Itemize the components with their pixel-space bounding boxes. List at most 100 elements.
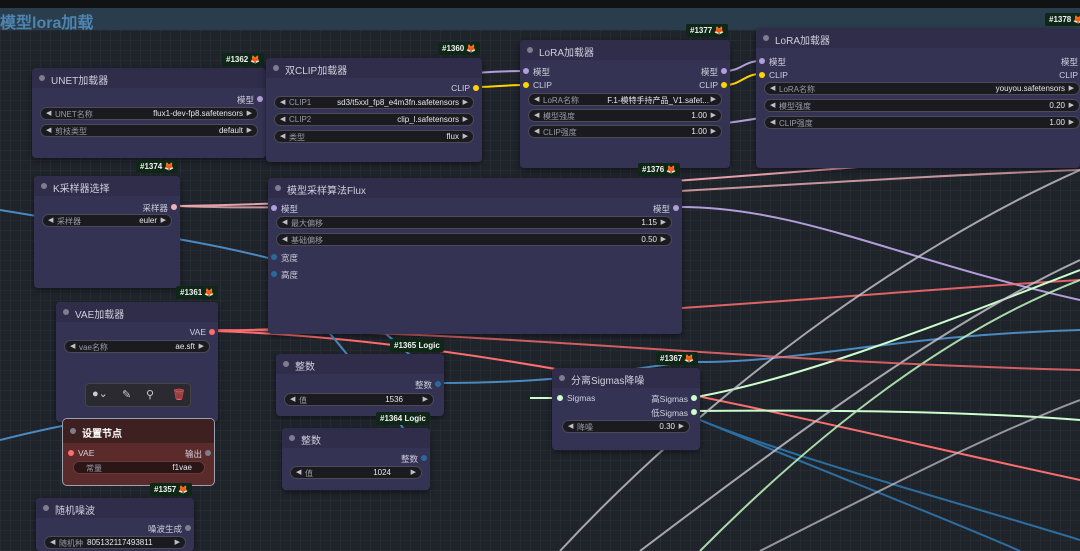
integer-node-2[interactable]: 整数 整数 ◀ 值 1024 ▶ bbox=[282, 428, 430, 490]
pin-icon[interactable]: ✎ bbox=[122, 388, 131, 401]
unet-name-combo[interactable]: ◀ UNET名称 flux1-dev-fp8.safetensors ▶ bbox=[40, 107, 258, 120]
clip-strength-slider[interactable]: ◀ CLIP强度 1.00 ▶ bbox=[764, 116, 1080, 129]
integer-node-1[interactable]: 整数 整数 ◀ 值 1536 ▶ bbox=[276, 354, 444, 416]
model-strength-slider[interactable]: ◀ 模型强度 1.00 ▶ bbox=[528, 109, 722, 122]
bypass-icon[interactable]: ⚲ bbox=[146, 388, 154, 401]
output-label: 噪波生成 bbox=[147, 524, 182, 534]
int-output-socket[interactable] bbox=[421, 455, 427, 461]
node-title-bar[interactable]: 整数 bbox=[282, 428, 430, 448]
node-title: 双CLIP加载器 bbox=[285, 66, 348, 77]
node-title-bar[interactable]: 分离Sigmas降噪 bbox=[552, 368, 700, 388]
model-input-socket[interactable] bbox=[523, 68, 529, 74]
collapse-dot[interactable] bbox=[289, 435, 295, 441]
value-stepper[interactable]: ◀ 值 1536 ▶ bbox=[284, 393, 434, 406]
clip-output-socket[interactable] bbox=[473, 85, 479, 91]
clip-output-socket[interactable] bbox=[721, 82, 727, 88]
value-stepper[interactable]: ◀ 值 1024 ▶ bbox=[290, 466, 422, 479]
node-title: 设置节点 bbox=[82, 429, 122, 440]
ksampler-select-node[interactable]: K采样器选择 采样器 ◀ 采样器 euler ▶ bbox=[34, 176, 180, 288]
noise-output-socket[interactable] bbox=[185, 525, 191, 531]
split-sigmas-denoise-node[interactable]: 分离Sigmas降噪 Sigmas 高Sigmas 低Sigmas ◀ 降噪 0.3… bbox=[552, 368, 700, 450]
collapse-dot[interactable] bbox=[41, 183, 47, 189]
link-model-out-right-2 bbox=[679, 206, 1080, 301]
collapse-dot[interactable] bbox=[39, 75, 45, 81]
collapse-dot[interactable] bbox=[763, 35, 769, 41]
dual-clip-loader-node[interactable]: 双CLIP加载器 CLIP ◀ CLIP1 sd3/t5xxl_fp8_e4m3fn… bbox=[266, 58, 482, 162]
vae-name-combo[interactable]: ◀ vae名称 ae.sft ▶ bbox=[64, 340, 210, 353]
collapse-dot[interactable] bbox=[70, 428, 76, 434]
model-output-socket[interactable] bbox=[257, 96, 263, 102]
output-label: CLIP bbox=[1059, 70, 1078, 80]
node-title: K采样器选择 bbox=[53, 184, 110, 195]
clip-input-socket[interactable] bbox=[523, 82, 529, 88]
model-output-socket[interactable] bbox=[673, 205, 679, 211]
prune-type-combo[interactable]: ◀ 剪枝类型 default ▶ bbox=[40, 124, 258, 137]
collapse-dot[interactable] bbox=[527, 47, 533, 53]
clip-input-socket[interactable] bbox=[759, 72, 765, 78]
collapse-dot[interactable] bbox=[63, 309, 69, 315]
output-socket[interactable] bbox=[205, 450, 211, 456]
output-label: 模型 bbox=[236, 95, 254, 105]
lora-name-combo[interactable]: ◀ LoRA名称 F.1-模特手持产品_V1.safet... ▶ bbox=[528, 93, 722, 106]
seed-stepper[interactable]: ◀ 随机种 805132117493811 ▶ bbox=[44, 536, 186, 549]
delete-icon[interactable]: 🗑 bbox=[172, 388, 186, 401]
output-label: 输出 bbox=[184, 449, 202, 459]
high-sigmas-output-socket[interactable] bbox=[691, 395, 697, 401]
clip2-combo[interactable]: ◀ CLIP2 clip_l.safetensors ▶ bbox=[274, 113, 474, 126]
clip1-combo[interactable]: ◀ CLIP1 sd3/t5xxl_fp8_e4m3fn.safetensors ▶ bbox=[274, 96, 474, 109]
collapse-dot[interactable] bbox=[273, 65, 279, 71]
unet-loader-node[interactable]: UNET加载器 模型 ◀ UNET名称 flux1-dev-fp8.safetens… bbox=[32, 68, 266, 158]
node-title-bar[interactable]: LoRA加载器 bbox=[520, 40, 730, 60]
clip-strength-slider[interactable]: ◀ CLIP强度 1.00 ▶ bbox=[528, 125, 722, 138]
collapse-dot[interactable] bbox=[275, 185, 281, 191]
node-title-bar[interactable]: K采样器选择 bbox=[34, 176, 180, 196]
output-label: 模型 bbox=[652, 204, 670, 214]
node-toolbox[interactable]: ●⌄ ✎ ⚲ 🗑 bbox=[85, 383, 191, 407]
sampler-combo[interactable]: ◀ 采样器 euler ▶ bbox=[42, 214, 172, 227]
collapse-dot[interactable] bbox=[43, 505, 49, 511]
sampler-output-socket[interactable] bbox=[171, 204, 177, 210]
model-input-socket[interactable] bbox=[759, 58, 765, 64]
vae-output-socket[interactable] bbox=[209, 329, 215, 335]
set-node[interactable]: 设置节点 VAE 输出 常量 f1vae bbox=[62, 418, 215, 486]
node-title: 整数 bbox=[301, 436, 321, 447]
collapse-dot[interactable] bbox=[559, 375, 565, 381]
lora-name-combo[interactable]: ◀ LoRA名称 youyou.safetensors ▶ bbox=[764, 82, 1080, 95]
model-strength-slider[interactable]: ◀ 模型强度 0.20 ▶ bbox=[764, 99, 1080, 112]
int-output-socket[interactable] bbox=[435, 381, 441, 387]
model-input-socket[interactable] bbox=[271, 205, 277, 211]
low-sigmas-output-socket[interactable] bbox=[691, 409, 697, 415]
node-id-badge: #1362 🦊 bbox=[222, 53, 265, 66]
node-title-bar[interactable]: 随机噪波 bbox=[36, 498, 194, 518]
node-title-bar[interactable]: UNET加载器 bbox=[32, 68, 266, 88]
node-id-badge: #1374 🦊 bbox=[136, 160, 179, 173]
type-combo[interactable]: ◀ 类型 flux ▶ bbox=[274, 130, 474, 143]
random-noise-node[interactable]: 随机噪波 噪波生成 ◀ 随机种 805132117493811 ▶ bbox=[36, 498, 194, 551]
link-clip-dual-lora1 bbox=[477, 84, 525, 88]
collapse-dot[interactable] bbox=[283, 361, 289, 367]
node-title-bar[interactable]: LoRA加载器 bbox=[756, 28, 1080, 48]
sigmas-input-socket[interactable] bbox=[557, 395, 563, 401]
output-label: 高Sigmas bbox=[651, 394, 688, 404]
node-title: 分离Sigmas降噪 bbox=[571, 376, 645, 387]
node-title-bar[interactable]: 设置节点 bbox=[63, 419, 214, 443]
denoise-slider[interactable]: ◀ 降噪 0.30 ▶ bbox=[562, 420, 690, 433]
vae-input-socket[interactable] bbox=[68, 450, 74, 456]
width-input-socket[interactable] bbox=[271, 254, 277, 260]
constant-text-field[interactable]: 常量 f1vae bbox=[73, 461, 205, 474]
color-icon[interactable]: ●⌄ bbox=[92, 387, 108, 400]
node-title-bar[interactable]: 双CLIP加载器 bbox=[266, 58, 482, 78]
node-title: 模型采样算法Flux bbox=[287, 186, 366, 197]
node-title-bar[interactable]: 整数 bbox=[276, 354, 444, 374]
base-shift-slider[interactable]: ◀ 基础偏移 0.50 ▶ bbox=[276, 233, 672, 246]
lora-loader-node-1[interactable]: LoRA加载器 模型 CLIP 模型 CLIP ◀ LoRA名称 F.1-模特手持产… bbox=[520, 40, 730, 168]
link-model-lora1-lora2 bbox=[725, 60, 761, 72]
max-shift-slider[interactable]: ◀ 最大偏移 1.15 ▶ bbox=[276, 216, 672, 229]
model-output-socket[interactable] bbox=[721, 68, 727, 74]
model-sampling-flux-node[interactable]: 模型采样算法Flux 模型 模型 ◀ 最大偏移 1.15 ▶ ◀ 基础偏移 0.50 ▶ 宽… bbox=[268, 178, 682, 334]
height-input-socket[interactable] bbox=[271, 271, 277, 277]
output-label: VAE bbox=[189, 327, 206, 337]
lora-loader-node-2[interactable]: LoRA加载器 模型 CLIP 模型 CLIP ◀ LoRA名称 youyou.sa… bbox=[756, 28, 1080, 168]
node-title-bar[interactable]: VAE加载器 bbox=[56, 302, 218, 322]
node-title-bar[interactable]: 模型采样算法Flux bbox=[268, 178, 682, 198]
